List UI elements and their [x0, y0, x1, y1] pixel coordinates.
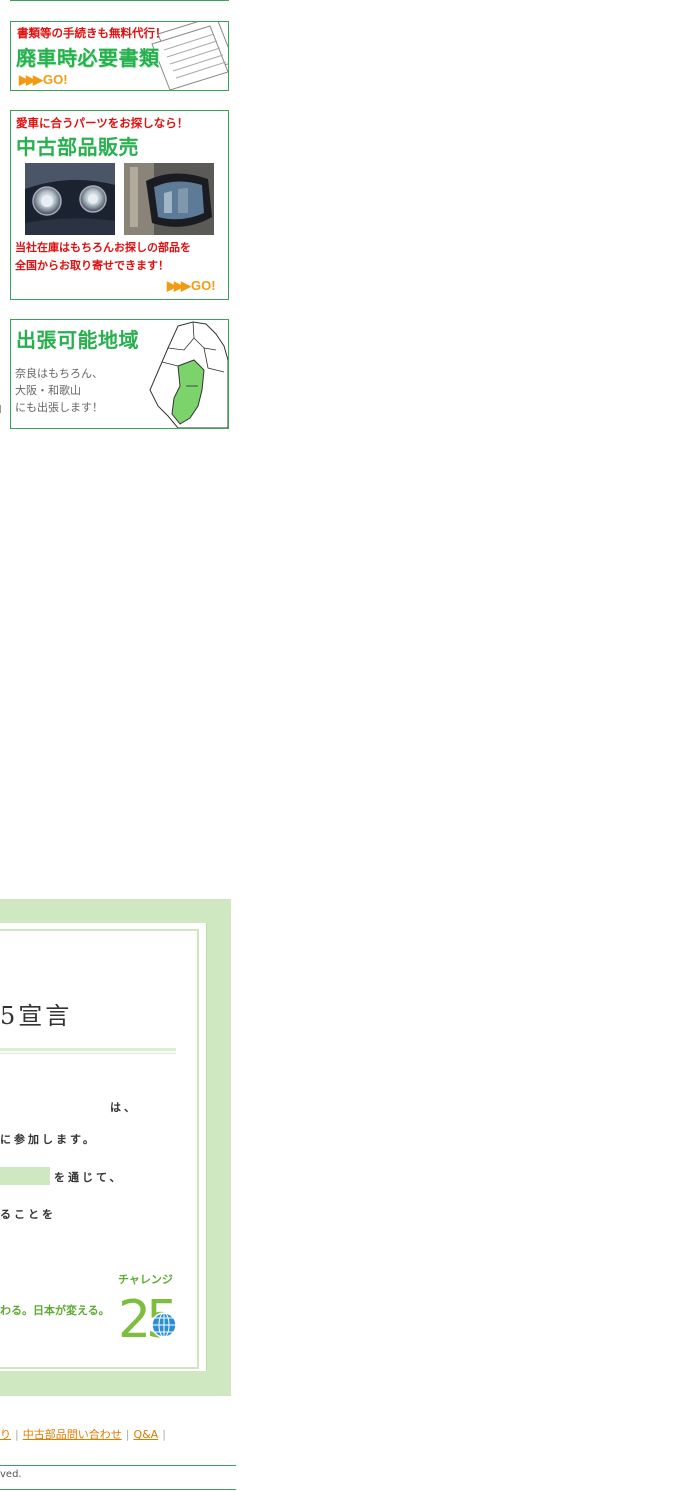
docs-subtitle: 書類等の手続きも無料代行！: [17, 26, 167, 40]
triple-arrow-icon: ▶▶▶: [19, 72, 43, 87]
docs-title: 廃車時必要書類: [16, 46, 160, 70]
parts-banner[interactable]: 愛車に合うパーツをお探しなら！ 中古部品販売 当社在庫はもちろんお探しの部品を …: [10, 110, 229, 300]
side-mirror-photo: [124, 163, 214, 235]
footer-link-qa[interactable]: Q&A: [133, 1428, 158, 1441]
declaration-line-ha: は、: [110, 1101, 138, 1114]
service-area-line3: にも出張します！: [15, 401, 103, 414]
footer-separator: |: [162, 1428, 166, 1441]
kansai-map-icon: [149, 321, 228, 428]
headline-rule: [0, 1048, 176, 1051]
docs-go-link[interactable]: ▶▶▶ GO!: [19, 72, 68, 88]
service-area-title: 出張可能地域: [16, 328, 139, 352]
declaration-line-koto: ることを: [0, 1208, 56, 1221]
left-edge-tick: [0, 405, 4, 413]
declaration-headline: 5宣言: [0, 1002, 73, 1030]
service-area-line2: 大阪・和歌山: [15, 384, 81, 397]
parts-desc-line2: 全国からお取り寄せできます！: [15, 259, 169, 272]
footer-link-parts-inquiry[interactable]: 中古部品問い合わせ: [23, 1428, 122, 1441]
copyright-text: ved.: [0, 1469, 22, 1480]
footer-separator: |: [125, 1428, 130, 1441]
footer-nav: り | 中古部品問い合わせ | Q&A |: [0, 1426, 170, 1442]
challenge25-logo: 2 5: [118, 1290, 179, 1343]
headline-rule-thin: [0, 1053, 176, 1054]
challenge25-declaration: 5宣言 は、 に参加します。 を通じて、 ることを わる。日本が変える。 チャレ…: [0, 899, 231, 1396]
parts-desc-line1: 当社在庫はもちろんお探しの部品を: [15, 241, 191, 254]
declaration-blank-field: [0, 1167, 50, 1185]
docs-go-label: GO!: [43, 72, 68, 87]
service-area-text: 奈良はもちろん、 大阪・和歌山 にも出張します！: [15, 365, 103, 416]
parts-go-label: GO!: [191, 278, 216, 293]
copyright-top-rule: [0, 1465, 236, 1466]
footer-link-partial[interactable]: り: [0, 1428, 11, 1441]
service-area-line1: 奈良はもちろん、: [15, 367, 103, 380]
top-divider: [10, 0, 229, 1]
parts-title: 中古部品販売: [16, 135, 139, 159]
parts-go-link[interactable]: ▶▶▶ GO!: [167, 278, 216, 294]
declaration-line-through: を通じて、: [54, 1171, 124, 1184]
declaration-line-join: に参加します。: [0, 1133, 97, 1146]
declaration-slogan: わる。日本が変える。: [0, 1304, 110, 1317]
parts-description: 当社在庫はもちろんお探しの部品を 全国からお取り寄せできます！: [15, 239, 191, 275]
headlights-photo: [25, 163, 115, 235]
copyright-bottom-rule: [0, 1489, 236, 1490]
parts-subtitle: 愛車に合うパーツをお探しなら！: [16, 116, 189, 130]
triple-arrow-icon: ▶▶▶: [167, 278, 191, 293]
service-area-banner[interactable]: 出張可能地域 奈良はもちろん、 大阪・和歌山 にも出張します！: [10, 319, 229, 429]
docs-banner[interactable]: 書類等の手続きも無料代行！ 廃車時必要書類 ▶▶▶ GO!: [10, 21, 229, 91]
footer-separator: |: [15, 1428, 19, 1441]
